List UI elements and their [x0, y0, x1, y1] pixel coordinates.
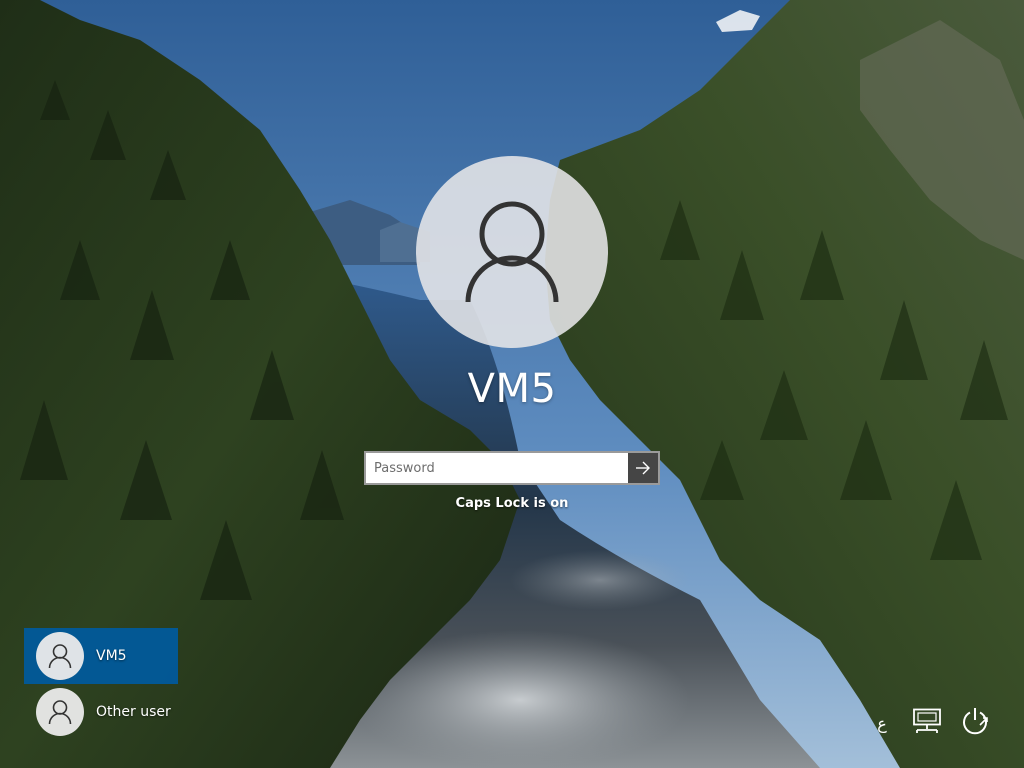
caps-lock-warning: Caps Lock is on [455, 496, 569, 511]
user-icon [48, 644, 72, 669]
submit-button[interactable] [628, 453, 658, 483]
password-input[interactable] [366, 453, 628, 483]
user-item-label: VM5 [96, 648, 127, 664]
username-title: VM5 [467, 366, 557, 412]
user-avatar-large [416, 156, 608, 348]
user-icon [465, 201, 559, 303]
power-button[interactable] [958, 706, 992, 736]
arrow-right-icon [636, 461, 650, 475]
language-indicator[interactable]: ع [872, 712, 892, 736]
power-icon [963, 708, 988, 735]
user-item-other-user[interactable]: Other user [24, 684, 178, 740]
avatar [36, 632, 84, 680]
network-icon [913, 708, 941, 733]
user-list: VM5 Other user [24, 628, 178, 740]
user-icon [48, 700, 72, 725]
network-button[interactable] [910, 706, 944, 736]
user-item-vm5[interactable]: VM5 [24, 628, 178, 684]
password-box [364, 451, 660, 485]
lock-screen: VM5 Caps Lock is on VM5 Other user ع [0, 0, 1024, 768]
user-item-label: Other user [96, 704, 171, 720]
avatar [36, 688, 84, 736]
